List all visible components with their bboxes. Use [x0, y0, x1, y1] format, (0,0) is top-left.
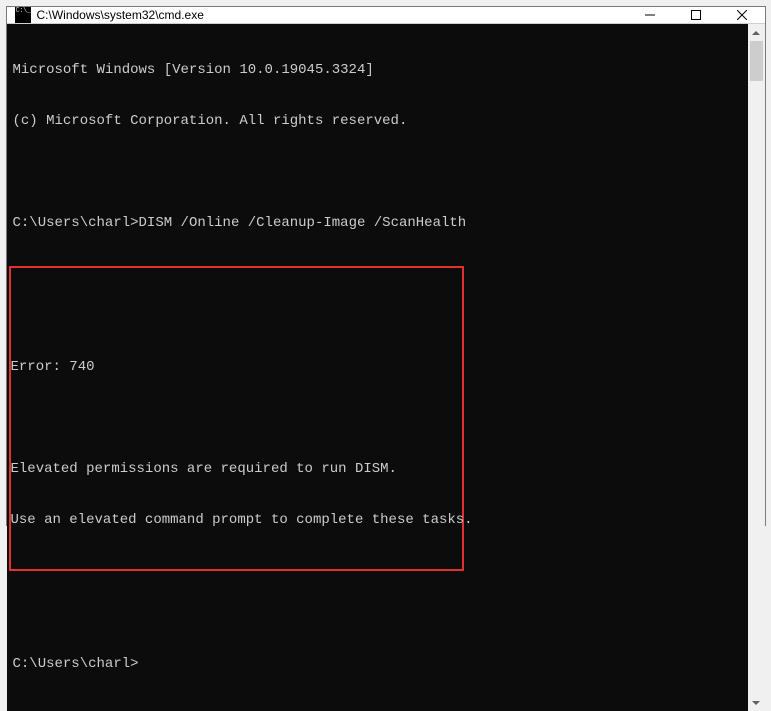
cmd-icon	[15, 7, 31, 23]
error-code-line: Error: 740	[11, 359, 456, 376]
window-title: C:\Windows\system32\cmd.exe	[37, 8, 627, 22]
command-line: C:\Users\charl>DISM /Online /Cleanup-Ima…	[13, 215, 748, 232]
blank-line	[11, 308, 456, 325]
minimize-button[interactable]	[627, 7, 673, 23]
scroll-thumb[interactable]	[750, 41, 763, 81]
close-button[interactable]	[719, 7, 765, 23]
titlebar[interactable]: C:\Windows\system32\cmd.exe	[7, 7, 765, 24]
vertical-scrollbar[interactable]	[748, 24, 765, 711]
scroll-up-button[interactable]	[748, 24, 765, 41]
blank-line	[11, 410, 456, 427]
command-text: DISM /Online /Cleanup-Image /ScanHealth	[139, 215, 467, 231]
error-message-line: Elevated permissions are required to run…	[11, 461, 456, 478]
prompt: C:\Users\charl>	[13, 656, 139, 672]
cmd-window: C:\Windows\system32\cmd.exe Microsoft Wi…	[6, 6, 766, 526]
scroll-track[interactable]	[748, 41, 765, 694]
prompt: C:\Users\charl>	[13, 215, 139, 231]
scroll-down-button[interactable]	[748, 694, 765, 711]
error-message-line: Use an elevated command prompt to comple…	[11, 512, 456, 529]
header-line: Microsoft Windows [Version 10.0.19045.33…	[13, 62, 748, 79]
error-highlight: Error: 740 Elevated permissions are requ…	[9, 266, 464, 571]
window-controls	[627, 7, 765, 23]
client-area: Microsoft Windows [Version 10.0.19045.33…	[7, 24, 765, 711]
maximize-button[interactable]	[673, 7, 719, 23]
prompt-line: C:\Users\charl>	[13, 656, 748, 673]
terminal-output[interactable]: Microsoft Windows [Version 10.0.19045.33…	[7, 24, 748, 711]
blank-line	[13, 164, 748, 181]
blank-line	[13, 605, 748, 622]
header-line: (c) Microsoft Corporation. All rights re…	[13, 113, 748, 130]
